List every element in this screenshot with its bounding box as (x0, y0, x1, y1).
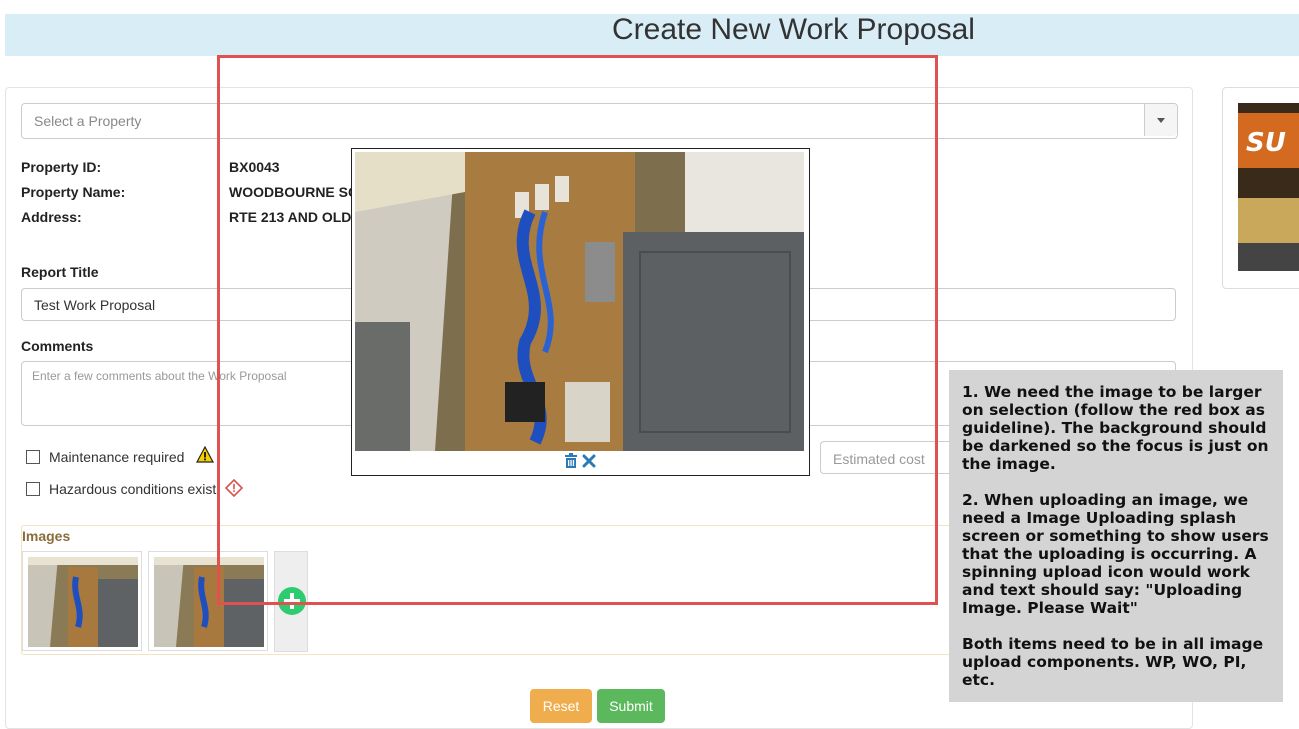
estimated-cost-placeholder: Estimated cost (833, 451, 925, 467)
estimated-cost-input[interactable]: Estimated cost (820, 441, 950, 474)
property-id-value: BX0043 (229, 159, 280, 175)
annotation-para-2: 2. When uploading an image, we need a Im… (962, 491, 1269, 617)
plus-circle-icon[interactable] (277, 586, 307, 616)
images-label: Images (22, 528, 71, 544)
annotation-para-1: 1. We need the image to be larger on sel… (962, 383, 1269, 473)
warning-triangle-icon (196, 446, 214, 463)
caret-down-icon (1157, 118, 1165, 123)
maintenance-required-label: Maintenance required (49, 449, 185, 465)
hazardous-conditions-label: Hazardous conditions exist (49, 481, 217, 497)
report-title-label: Report Title (21, 264, 99, 280)
address-value: RTE 213 AND OLD (229, 209, 351, 225)
report-title-value: Test Work Proposal (34, 297, 156, 313)
image-thumbnail[interactable] (148, 551, 268, 651)
dropdown-toggle[interactable] (1144, 104, 1177, 136)
property-select-placeholder: Select a Property (34, 113, 142, 129)
property-id-label: Property ID: (21, 159, 102, 175)
comments-placeholder: Enter a few comments about the Work Prop… (32, 369, 287, 383)
svg-text:SU: SU (1246, 128, 1286, 158)
annotation-para-3: Both items need to be in all image uploa… (962, 635, 1264, 689)
address-label: Address: (21, 209, 82, 225)
property-photo-card: SU (1222, 87, 1299, 289)
property-select[interactable]: Select a Property (21, 103, 1178, 139)
thumbnail-photo (28, 557, 138, 647)
image-thumbnail[interactable] (22, 551, 142, 651)
page-title: Create New Work Proposal (612, 13, 975, 46)
close-icon[interactable] (582, 454, 596, 468)
comments-label: Comments (21, 338, 94, 354)
property-name-value: WOODBOURNE SC (229, 184, 351, 200)
modal-photo (355, 152, 804, 451)
thumbnail-photo (154, 557, 264, 647)
hazard-diamond-icon (225, 479, 243, 497)
trash-icon[interactable] (564, 453, 578, 468)
property-photo: SU (1238, 103, 1299, 271)
annotation-note: 1. We need the image to be larger on sel… (949, 370, 1283, 702)
hazardous-conditions-checkbox[interactable] (26, 482, 40, 496)
maintenance-required-checkbox[interactable] (26, 450, 40, 464)
property-name-label: Property Name: (21, 184, 126, 200)
